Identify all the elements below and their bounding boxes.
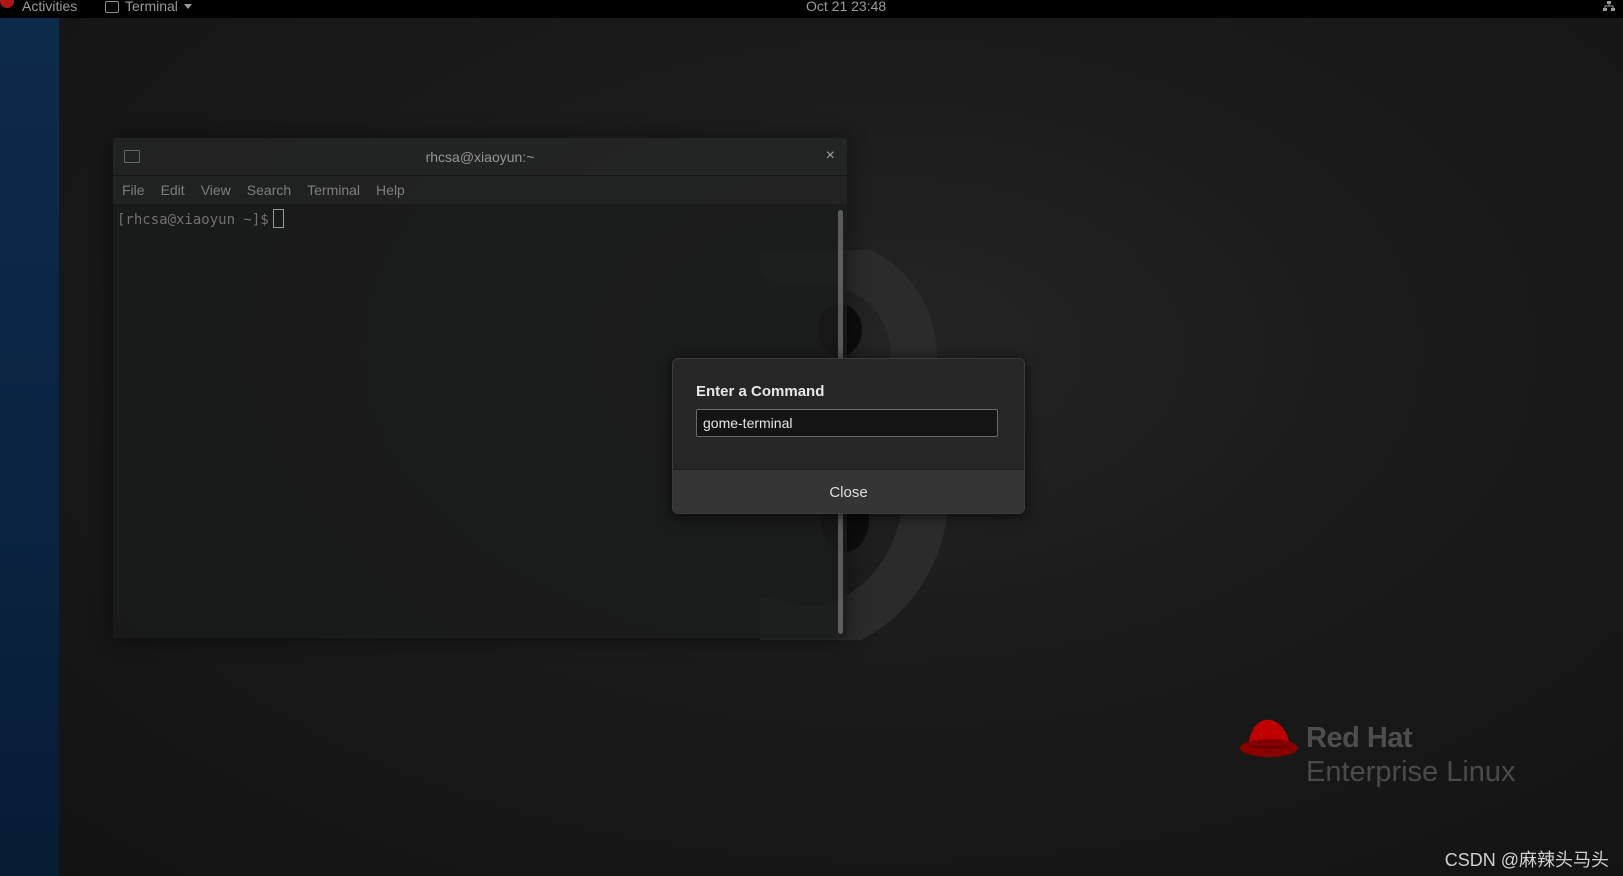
menu-help[interactable]: Help — [368, 182, 413, 198]
redhat-branding: Red Hat Enterprise Linux — [1238, 712, 1558, 792]
close-button[interactable]: Close — [673, 470, 1024, 513]
app-menu-label: Terminal — [125, 0, 178, 14]
terminal-titlebar[interactable]: rhcsa@xiaoyun:~ × — [113, 138, 847, 176]
shell-prompt: [rhcsa@xiaoyun ~]$ — [117, 209, 284, 228]
menu-edit[interactable]: Edit — [153, 182, 193, 198]
watermark-text: CSDN @麻辣头马头 — [1444, 850, 1609, 870]
redhat-hat-icon — [1240, 719, 1298, 757]
terminal-menubar: File Edit View Search Terminal Help — [113, 176, 847, 204]
prompt-text: [rhcsa@xiaoyun ~]$ — [117, 212, 269, 228]
network-icon[interactable] — [1603, 1, 1615, 11]
text-cursor — [272, 209, 284, 228]
desktop: Activities Terminal Oct 21 23:48 rhcsa@x… — [0, 0, 1623, 876]
dialog-title: Enter a Command — [696, 383, 825, 400]
dialog-footer: Close — [673, 469, 1024, 513]
brand-line-1: Red Hat — [1306, 722, 1413, 754]
activities-button[interactable]: Activities — [22, 0, 77, 13]
command-input[interactable] — [696, 409, 998, 437]
run-command-dialog: Enter a Command Close — [672, 358, 1025, 514]
dash-panel — [0, 18, 59, 876]
redhat-logo-icon — [0, 0, 14, 8]
menu-file[interactable]: File — [113, 182, 153, 198]
close-icon[interactable]: × — [826, 147, 835, 165]
window-title: rhcsa@xiaoyun:~ — [425, 149, 535, 165]
menu-terminal[interactable]: Terminal — [299, 182, 368, 198]
menu-search[interactable]: Search — [239, 182, 299, 198]
brand-line-2: Enterprise Linux — [1306, 756, 1516, 788]
menu-view[interactable]: View — [193, 182, 239, 198]
clock[interactable]: Oct 21 23:48 — [806, 0, 886, 13]
app-menu[interactable]: Terminal — [105, 0, 192, 13]
terminal-icon — [105, 1, 119, 13]
chevron-down-icon — [183, 3, 192, 9]
top-bar: Activities Terminal Oct 21 23:48 — [0, 0, 1623, 18]
